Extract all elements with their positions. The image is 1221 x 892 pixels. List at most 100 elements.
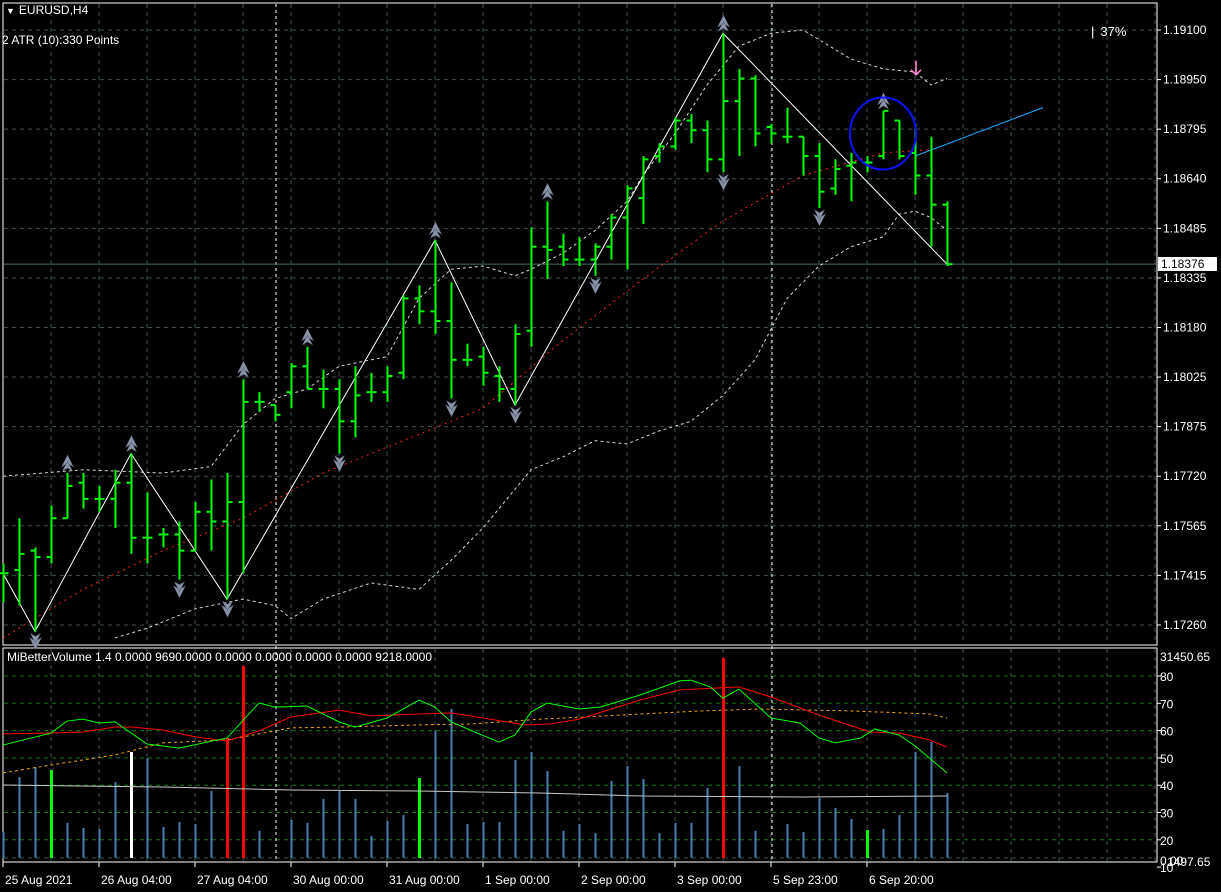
fractal-down-arrow-icon (508, 406, 523, 424)
ohlc-bar (830, 159, 841, 195)
ohlc-bar (206, 479, 217, 551)
ohlc-bar (110, 469, 121, 528)
ohlc-bar (686, 114, 697, 144)
ohlc-bar (94, 485, 105, 512)
volume-axis-label: 30 (1160, 807, 1174, 821)
ohlc-bar (174, 521, 185, 580)
volume-bar (946, 793, 949, 858)
volume-bar (226, 738, 229, 858)
volume-axis-max: 31450.65 (1160, 650, 1210, 664)
volume-bar (754, 831, 757, 858)
ohlc-bar (814, 143, 825, 208)
fractal-down-arrow-icon (588, 277, 603, 295)
volume-bar (210, 791, 213, 858)
price-axis-label: 1.19100 (1163, 23, 1207, 37)
ohlc-bar (334, 379, 345, 454)
ohlc-bar (382, 366, 393, 402)
volume-bar (466, 824, 469, 858)
price-chart[interactable]: 1.19100 1.18950 1.18795 1.18640 1.18485 1.183… (0, 0, 1221, 892)
price-axis-label: 1.17875 (1163, 420, 1207, 434)
ohlc-bar (494, 366, 505, 402)
moving-average-line (2, 149, 932, 639)
volume-bar (322, 799, 325, 858)
ohlc-bar (782, 107, 793, 144)
volume-axis-label: 50 (1160, 752, 1174, 766)
price-axis-label: 1.18485 (1163, 221, 1207, 235)
ohlc-bar (638, 156, 649, 225)
volume-bar (818, 798, 821, 858)
time-axis-label: 26 Aug 04:00 (101, 873, 172, 887)
price-axis-label: 1.18950 (1163, 73, 1207, 87)
volume-average-line (2, 784, 948, 798)
volume-bar (866, 830, 869, 858)
ohlc-bar (734, 68, 745, 157)
fractal-up-arrow-icon (124, 435, 139, 453)
dropdown-triangle-icon[interactable]: ▼ (6, 6, 15, 16)
volume-bar (162, 827, 165, 858)
volume-bar (850, 819, 853, 858)
time-axis-label: 27 Aug 04:00 (197, 873, 268, 887)
ohlc-bar (926, 136, 937, 247)
volume-bar (498, 822, 501, 858)
volume-bar (658, 833, 661, 858)
fractal-up-arrow-icon (540, 182, 555, 201)
volume-bar (370, 836, 373, 858)
volume-bar (482, 822, 485, 858)
time-axis-label: 25 Aug 2021 (5, 873, 73, 887)
chart-title[interactable]: ▼ EURUSD,H4 (6, 3, 88, 17)
time-axis-label: 2 Sep 00:00 (581, 873, 646, 887)
volume-bar (50, 770, 53, 858)
volume-axis-label: 60 (1160, 725, 1174, 739)
volume-bar (450, 709, 453, 858)
ohlc-bar (398, 295, 409, 380)
ohlc-bar (190, 502, 201, 552)
volume-bar (882, 829, 885, 858)
volume-bar (338, 790, 341, 858)
volume-axis-label: 70 (1160, 697, 1174, 711)
fractal-up-arrow-icon (60, 454, 75, 472)
fractal-up-arrow-icon (300, 328, 315, 346)
volume-bar (98, 829, 101, 858)
ohlc-bar (878, 109, 889, 160)
oscillator-signal-line (2, 708, 948, 774)
volume-bar (114, 782, 117, 858)
overlays (2, 29, 1044, 639)
ohlc-bar (286, 363, 297, 409)
volume-bar (386, 821, 389, 858)
ohlc-bar (222, 473, 233, 600)
ohlc-bar (510, 324, 521, 406)
fractal-down-arrow-icon (172, 581, 187, 599)
ohlc-bar (14, 518, 25, 606)
fractal-up-arrow-icon (876, 92, 891, 110)
ohlc-bar (254, 392, 265, 412)
ohlc-bar (462, 343, 473, 367)
price-axis-label: 1.18640 (1163, 172, 1207, 186)
volume-bar (562, 831, 565, 858)
time-axis-label: 31 Aug 00:00 (389, 873, 460, 887)
volume-bar (34, 767, 37, 858)
ohlc-bar (606, 214, 617, 260)
volume-axis-label: 20 (1160, 834, 1174, 848)
time-axis-label: 5 Sep 23:00 (773, 873, 838, 887)
volume-axis-label: 80 (1160, 670, 1174, 684)
ohlc-bar (302, 346, 313, 390)
fractal-down-arrow-icon (444, 399, 459, 418)
volume-bar (610, 781, 613, 858)
percent-value: 37% (1100, 24, 1127, 39)
ohlc-bar (414, 285, 425, 325)
ohlc-bar (942, 201, 953, 267)
ohlc-bar (78, 473, 89, 509)
volume-bar (898, 815, 901, 858)
oscillator-red-line (2, 686, 948, 748)
volume-bar (594, 833, 597, 858)
trendline (914, 107, 1044, 157)
ohlc-bar (718, 33, 729, 173)
ohlc-bar (702, 120, 713, 173)
volume-oscillator-lines (2, 679, 948, 774)
ohlc-bar (750, 75, 761, 147)
volume-indicator-label: MiBetterVolume 1.4 0.0000 9690.0000 0.00… (7, 650, 433, 664)
ohlc-bar (798, 135, 809, 176)
ohlc-bar (270, 404, 281, 422)
ohlc-bar (430, 240, 441, 334)
price-axis-label: 1.18180 (1163, 320, 1207, 334)
